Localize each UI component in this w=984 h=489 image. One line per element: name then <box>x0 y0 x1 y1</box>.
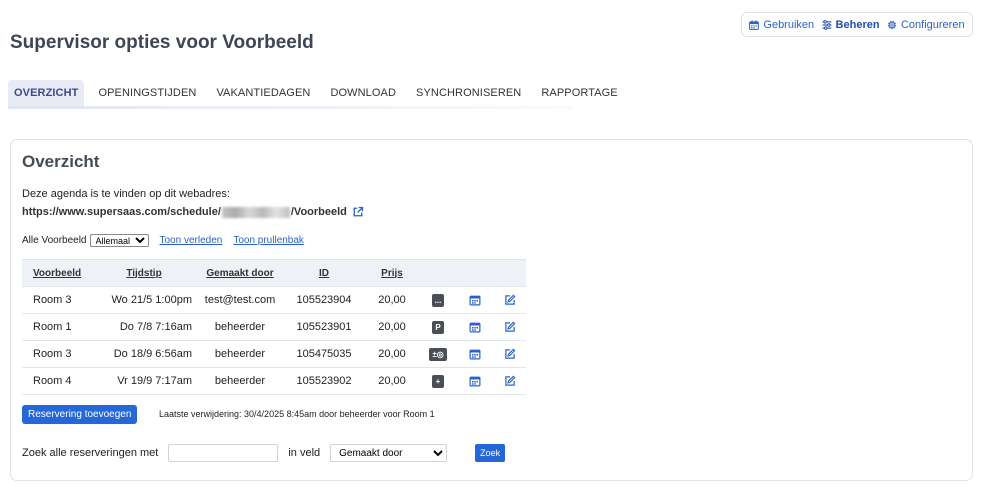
calendar-icon[interactable] <box>469 348 481 360</box>
search-row: Zoek alle reserveringen met in veld Gema… <box>22 444 506 462</box>
cell-status: ... <box>420 286 456 314</box>
tab-overzicht[interactable]: OVERZICHT <box>8 80 85 106</box>
cell-resource: Room 1 <box>22 313 92 341</box>
cell-id: 105523902 <box>284 367 364 395</box>
cell-created-by: beheerder <box>196 340 284 368</box>
gear-icon <box>887 20 897 29</box>
calendar-icon[interactable] <box>469 321 481 333</box>
overview-heading: Overzicht <box>22 152 100 171</box>
external-link-icon[interactable] <box>352 206 364 218</box>
filter-select[interactable]: Allemaal <box>89 234 149 247</box>
tabs-divider <box>8 106 573 109</box>
table-row[interactable]: Room 3 Wo 21/5 1:00pm test@test.com 1055… <box>22 286 526 314</box>
cell-calendar <box>456 367 494 395</box>
edit-icon[interactable] <box>504 375 516 387</box>
overview-panel: Overzicht Deze agenda is te vinden op di… <box>10 139 973 481</box>
cell-time: Do 18/9 6:56am <box>92 340 196 368</box>
col-voorbeeld[interactable]: Voorbeeld <box>22 259 92 287</box>
show-past-link[interactable]: Toon verleden <box>160 235 223 246</box>
cell-price: 20,00 <box>364 367 420 395</box>
tab-vakantiedagen[interactable]: VAKANTIEDAGEN <box>206 80 320 106</box>
url-suffix: /Voorbeeld <box>290 206 347 218</box>
col-status <box>420 259 456 287</box>
cell-status: P <box>420 313 456 341</box>
col-gemaakt-door[interactable]: Gemaakt door <box>196 259 284 287</box>
cell-id: 105523901 <box>284 313 364 341</box>
nav-beheren[interactable]: Beheren <box>822 19 880 31</box>
cell-time: Vr 19/9 7:17am <box>92 367 196 395</box>
status-badge: ±◎ <box>429 347 447 361</box>
search-field-select[interactable]: Gemaakt door <box>330 444 448 462</box>
table-row[interactable]: Room 4 Vr 19/9 7:17am beheerder 10552390… <box>22 367 526 395</box>
table-header-row: Voorbeeld Tijdstip Gemaakt door ID Prijs <box>22 259 526 287</box>
field-label: in veld <box>288 447 321 459</box>
cell-time: Wo 21/5 1:00pm <box>92 286 196 314</box>
cell-edit <box>494 313 526 341</box>
edit-icon[interactable] <box>504 321 516 333</box>
cell-resource: Room 3 <box>22 286 92 314</box>
nav-configureren-label: Configureren <box>900 18 965 31</box>
filter-row: Alle Voorbeeld Allemaal Toon verleden To… <box>22 234 304 247</box>
schedule-intro: Deze agenda is te vinden op dit webadres… <box>22 188 230 200</box>
col-id[interactable]: ID <box>284 259 364 287</box>
calendar-icon[interactable] <box>469 294 481 306</box>
cell-created-by: test@test.com <box>196 286 284 314</box>
page-title: Supervisor opties voor Voorbeeld <box>10 32 314 53</box>
url-prefix: https://www.supersaas.com/schedule/ <box>22 206 221 218</box>
add-reservation-button[interactable]: Reservering toevoegen <box>22 405 138 424</box>
cell-created-by: beheerder <box>196 367 284 395</box>
cell-calendar <box>456 313 494 341</box>
tab-download[interactable]: DOWNLOAD <box>320 80 406 106</box>
cell-price: 20,00 <box>364 340 420 368</box>
cell-price: 20,00 <box>364 286 420 314</box>
edit-icon[interactable] <box>504 294 516 306</box>
cell-time: Do 7/8 7:16am <box>92 313 196 341</box>
cell-edit <box>494 340 526 368</box>
cell-resource: Room 4 <box>22 367 92 395</box>
status-badge: P <box>432 320 444 334</box>
cell-edit <box>494 367 526 395</box>
schedule-url: https://www.supersaas.com/schedule/ /Voo… <box>22 206 364 218</box>
nav-gebruiken[interactable]: Gebruiken <box>749 19 814 31</box>
nav-gebruiken-label: Gebruiken <box>763 18 815 31</box>
cell-resource: Room 3 <box>22 340 92 368</box>
tab-rapportage[interactable]: RAPPORTAGE <box>531 80 627 106</box>
status-badge: ... <box>431 293 445 307</box>
reservations-table: Voorbeeld Tijdstip Gemaakt door ID Prijs… <box>22 259 526 395</box>
tab-bar: OVERZICHT OPENINGSTIJDEN VAKANTIEDAGEN D… <box>8 80 628 106</box>
nav-configureren[interactable]: Configureren <box>887 19 965 31</box>
cell-id: 105475035 <box>284 340 364 368</box>
show-trash-link[interactable]: Toon prullenbak <box>233 235 304 246</box>
search-label: Zoek alle reserveringen met <box>22 447 159 459</box>
cell-edit <box>494 286 526 314</box>
nav-beheren-label: Beheren <box>835 18 880 31</box>
sliders-icon <box>822 19 831 30</box>
tab-synchroniseren[interactable]: SYNCHRONISEREN <box>406 80 531 106</box>
cell-calendar <box>456 286 494 314</box>
col-calendar <box>456 259 494 287</box>
tab-openingstijden[interactable]: OPENINGSTIJDEN <box>88 80 206 106</box>
col-tijdstip[interactable]: Tijdstip <box>92 259 196 287</box>
redacted-account-name <box>221 206 290 218</box>
col-edit <box>494 259 526 287</box>
last-deletion-text: Laatste verwijdering: 30/4/2025 8:45am d… <box>159 409 435 419</box>
col-prijs[interactable]: Prijs <box>364 259 420 287</box>
search-input[interactable] <box>168 444 279 462</box>
cell-status: ±◎ <box>420 340 456 368</box>
cell-status: + <box>420 367 456 395</box>
top-nav: Gebruiken Beheren Configureren <box>741 12 973 37</box>
cell-price: 20,00 <box>364 313 420 341</box>
table-row[interactable]: Room 1 Do 7/8 7:16am beheerder 105523901… <box>22 313 526 341</box>
calendar-icon[interactable] <box>469 375 481 387</box>
cell-created-by: beheerder <box>196 313 284 341</box>
cell-calendar <box>456 340 494 368</box>
search-button[interactable]: Zoek <box>475 444 506 462</box>
filter-label: Alle Voorbeeld <box>22 235 87 246</box>
cell-id: 105523904 <box>284 286 364 314</box>
table-row[interactable]: Room 3 Do 18/9 6:56am beheerder 10547503… <box>22 340 526 368</box>
calendar-icon <box>749 19 760 30</box>
status-badge: + <box>432 374 444 388</box>
edit-icon[interactable] <box>504 348 516 360</box>
